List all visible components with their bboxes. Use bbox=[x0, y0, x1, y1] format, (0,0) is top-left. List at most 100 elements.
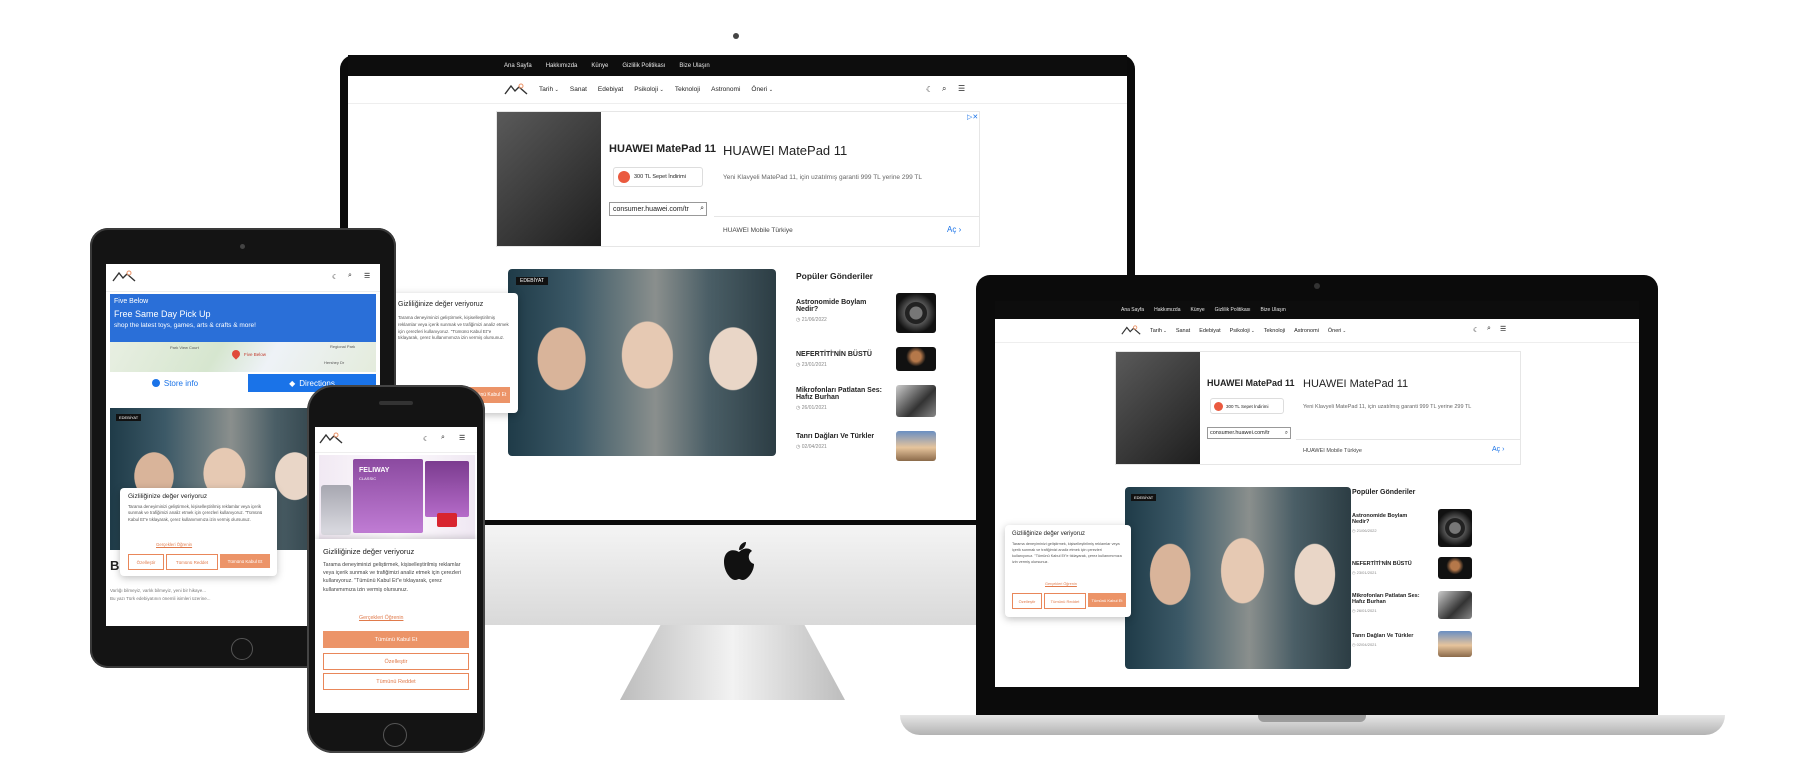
category-tag[interactable]: EDEBİYAT bbox=[1131, 494, 1157, 501]
nav-item-teknoloji[interactable]: Teknoloji bbox=[675, 86, 700, 93]
topbar-link-home[interactable]: Ana Sayfa bbox=[504, 63, 532, 69]
post-date-value: 26/01/2021 bbox=[801, 405, 827, 411]
list-item[interactable]: NEFERTİTİ'NİN BÜSTÜ ◷ 23/01/2021 bbox=[1352, 557, 1472, 579]
consent-policy-link[interactable]: Gerçekleri Öğrenin bbox=[156, 542, 192, 547]
nav-item-psikoloji[interactable]: Psikoloji ⌄ bbox=[634, 86, 664, 93]
nav-item-astronomi[interactable]: Astronomi bbox=[1294, 328, 1319, 334]
category-tag[interactable]: EDEBİYAT bbox=[116, 414, 142, 421]
post-title[interactable]: Astronomide Boylam Nedir? bbox=[1352, 513, 1416, 525]
reject-all-button[interactable]: Tümünü Reddet bbox=[1044, 593, 1086, 609]
nav-item-sanat[interactable]: Sanat bbox=[1176, 328, 1190, 334]
phone-screen: ☾ ⌕ ☰ FELIWAY CLASSIC Gizliliğinize değe… bbox=[315, 427, 477, 713]
ad-badge-label: 300 TL Sepet İndirimi bbox=[634, 174, 686, 180]
accept-all-button[interactable]: Tümünü Kabul Et bbox=[1088, 593, 1126, 607]
store-info-button[interactable]: Store info bbox=[110, 374, 240, 392]
topbar-link-home[interactable]: Ana Sayfa bbox=[1121, 307, 1144, 313]
consent-popup: Gizliliğinize değer veriyoruz Tarama den… bbox=[1005, 525, 1131, 617]
apple-logo-icon bbox=[722, 542, 756, 580]
site-logo[interactable] bbox=[319, 431, 343, 449]
consent-policy-link[interactable]: Gerçekleri Öğrenin bbox=[1045, 582, 1077, 586]
nav-item-tarih[interactable]: Tarih ⌄ bbox=[539, 86, 559, 93]
search-icon[interactable]: ⌕ bbox=[348, 272, 352, 280]
feliway-ad[interactable]: FELIWAY CLASSIC bbox=[319, 455, 475, 539]
nav-item-oneri[interactable]: Öneri ⌄ bbox=[1328, 328, 1346, 334]
topbar-link-contact[interactable]: Bize Ulaşın bbox=[1261, 307, 1286, 313]
main-nav: Tarih ⌄ Sanat Edebiyat Psikoloji ⌄ Tekno… bbox=[995, 319, 1639, 343]
search-icon[interactable]: ⌕ bbox=[1487, 325, 1491, 333]
menu-icon[interactable]: ☰ bbox=[459, 434, 465, 442]
list-item[interactable]: Astronomide Boylam Nedir? ◷ 21/06/2022 bbox=[1352, 509, 1472, 547]
huawei-ad[interactable]: HUAWEI MatePad 11 300 TL Sepet İndirimi … bbox=[1115, 351, 1521, 465]
huawei-ad[interactable]: HUAWEI MatePad 11 300 TL Sepet İndirimi … bbox=[496, 111, 980, 247]
post-title[interactable]: Mikrofonları Patlatan Ses: Hafız Burhan bbox=[1352, 593, 1430, 605]
list-item[interactable]: Tanrı Dağları Ve Türkler ◷ 02/04/2021 bbox=[1352, 631, 1472, 657]
post-thumbnail[interactable] bbox=[1438, 631, 1472, 657]
fivebelow-ad[interactable]: Five Below Free Same Day Pick Up shop th… bbox=[110, 294, 376, 394]
accept-all-button[interactable]: Tümünü Kabul Et bbox=[220, 554, 270, 568]
ad-url-field[interactable]: consumer.huawei.com/tr ⌕ bbox=[609, 202, 707, 216]
customize-button[interactable]: Özelleştir bbox=[323, 653, 469, 670]
featured-image[interactable] bbox=[1125, 487, 1351, 669]
post-thumbnail[interactable] bbox=[1438, 591, 1472, 619]
reject-all-button[interactable]: Tümünü Reddet bbox=[323, 673, 469, 690]
accept-all-button[interactable]: Tümünü Kabul Et bbox=[323, 631, 469, 648]
topbar-link-imprint[interactable]: Künye bbox=[591, 63, 608, 69]
nav-item-sanat[interactable]: Sanat bbox=[570, 86, 587, 93]
featured-image[interactable] bbox=[508, 269, 776, 456]
moon-icon[interactable]: ☾ bbox=[332, 273, 338, 281]
nav-item-teknoloji[interactable]: Teknoloji bbox=[1264, 328, 1285, 334]
ad-headline[interactable]: HUAWEI MatePad 11 bbox=[1303, 378, 1408, 390]
adchoices-icon[interactable]: ▷✕ bbox=[967, 113, 978, 121]
topbar-link-about[interactable]: Hakkımızda bbox=[1154, 307, 1180, 313]
topbar-link-privacy[interactable]: Gizlilik Politikası bbox=[1215, 307, 1251, 313]
post-date-value: 23/01/2021 bbox=[1356, 570, 1377, 575]
tablet-home-button[interactable] bbox=[231, 638, 253, 660]
site-logo[interactable] bbox=[1121, 324, 1141, 337]
list-item[interactable]: Mikrofonları Patlatan Ses: Hafız Burhan … bbox=[1352, 591, 1472, 619]
topbar-link-imprint[interactable]: Künye bbox=[1190, 307, 1204, 313]
consent-policy-link[interactable]: Gerçekleri Öğrenin bbox=[359, 615, 403, 621]
category-tag[interactable]: EDEBİYAT bbox=[516, 277, 548, 285]
consent-title: Gizliliğinize değer veriyoruz bbox=[398, 301, 484, 308]
menu-icon[interactable]: ☰ bbox=[364, 272, 370, 280]
customize-button[interactable]: Özelleştir bbox=[128, 554, 164, 570]
post-thumbnail[interactable] bbox=[1438, 509, 1472, 547]
nav-item-astronomi[interactable]: Astronomi bbox=[711, 86, 740, 93]
post-thumbnail[interactable] bbox=[1438, 557, 1472, 579]
badge-icon bbox=[1214, 401, 1223, 411]
moon-icon[interactable]: ☾ bbox=[1473, 326, 1479, 334]
topbar-link-contact[interactable]: Bize Ulaşın bbox=[679, 63, 709, 69]
topbar-link-privacy[interactable]: Gizlilik Politikası bbox=[622, 63, 665, 69]
nav-item-psikoloji[interactable]: Psikoloji ⌄ bbox=[1230, 328, 1255, 334]
ad-headline[interactable]: Free Same Day Pick Up bbox=[114, 309, 211, 319]
reject-all-button[interactable]: Tümünü Reddet bbox=[166, 554, 218, 570]
customize-button[interactable]: Özelleştir bbox=[1012, 593, 1042, 609]
search-icon[interactable]: ⌕ bbox=[942, 84, 946, 94]
menu-icon[interactable]: ☰ bbox=[958, 84, 965, 93]
moon-icon[interactable]: ☾ bbox=[423, 435, 429, 443]
moon-icon[interactable]: ☾ bbox=[926, 85, 933, 94]
ad-cta[interactable]: Aç › bbox=[1492, 446, 1504, 453]
nav-item-oneri[interactable]: Öneri ⌄ bbox=[751, 86, 773, 93]
nav-item-edebiyat[interactable]: Edebiyat bbox=[598, 86, 623, 93]
post-date-value: 21/06/2022 bbox=[1356, 528, 1377, 533]
menu-icon[interactable]: ☰ bbox=[1500, 325, 1506, 333]
topbar-link-about[interactable]: Hakkımızda bbox=[546, 63, 578, 69]
ad-price-badge bbox=[437, 513, 457, 527]
ad-headline[interactable]: HUAWEI MatePad 11 bbox=[723, 143, 847, 158]
search-icon[interactable]: ⌕ bbox=[441, 434, 445, 442]
ad-advertiser: HUAWEI Mobile Türkiye bbox=[723, 227, 793, 234]
ad-url-field[interactable]: consumer.huawei.com/tr ⌕ bbox=[1207, 427, 1291, 439]
post-title[interactable]: Astronomide Boylam Nedir? bbox=[796, 299, 876, 313]
phone-home-button[interactable] bbox=[383, 723, 407, 747]
ad-cta[interactable]: Aç › bbox=[947, 225, 961, 234]
site-logo[interactable] bbox=[504, 83, 528, 97]
ad-product-image bbox=[1116, 352, 1200, 464]
ad-map[interactable]: Park View Court Regional Park Five Below… bbox=[110, 342, 376, 372]
site-logo[interactable] bbox=[112, 269, 136, 287]
nav-item-tarih[interactable]: Tarih ⌄ bbox=[1150, 328, 1167, 334]
post-title[interactable]: Mikrofonları Patlatan Ses: Hafız Burhan bbox=[796, 387, 886, 401]
ad-badge[interactable]: 300 TL Sepet İndirimi bbox=[613, 167, 703, 187]
ad-badge[interactable]: 300 TL Sepet İndirimi bbox=[1210, 398, 1284, 414]
nav-item-edebiyat[interactable]: Edebiyat bbox=[1199, 328, 1220, 334]
